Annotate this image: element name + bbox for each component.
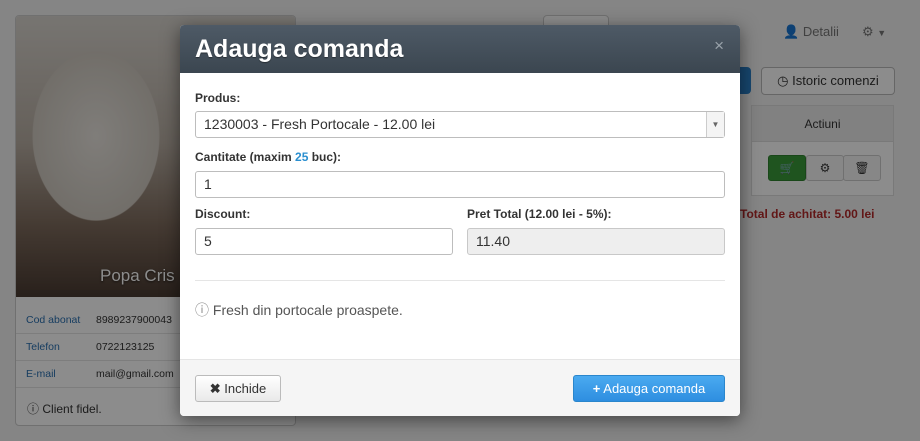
close-icon[interactable]: × bbox=[714, 36, 724, 56]
modal-header: Adauga comanda × bbox=[180, 25, 740, 73]
close-button[interactable]: ✖ Inchide bbox=[195, 375, 281, 402]
divider bbox=[195, 280, 725, 281]
product-selected-value: 1230003 - Fresh Portocale - 12.00 lei bbox=[204, 116, 436, 132]
modal-body: Produs: 1230003 - Fresh Portocale - 12.0… bbox=[180, 73, 740, 359]
quantity-input[interactable]: 1 bbox=[195, 171, 725, 198]
quantity-max: 25 bbox=[295, 150, 309, 164]
modal-title: Adauga comanda bbox=[195, 35, 404, 63]
product-select[interactable]: 1230003 - Fresh Portocale - 12.00 lei ▼ bbox=[195, 111, 725, 138]
close-button-label: Inchide bbox=[224, 381, 267, 396]
quantity-label: Cantitate (maxim 25 buc): bbox=[195, 150, 341, 164]
caret-down-icon[interactable]: ▼ bbox=[706, 112, 724, 137]
discount-label: Discount: bbox=[195, 207, 251, 221]
plus-icon: + bbox=[592, 381, 601, 396]
product-description-text: Fresh din portocale proaspete. bbox=[212, 302, 403, 318]
modal-footer: ✖ Inchide + Adauga comanda bbox=[180, 359, 740, 416]
total-price-label: Pret Total (12.00 lei - 5%): bbox=[467, 207, 612, 221]
times-icon: ✖ bbox=[209, 381, 221, 396]
product-label: Produs: bbox=[195, 91, 241, 105]
quantity-label-prefix: Cantitate (maxim bbox=[195, 150, 296, 164]
info-icon: ⓘ bbox=[195, 302, 209, 318]
add-order-button-label: Adauga comanda bbox=[603, 381, 706, 396]
total-price-field: 11.40 bbox=[467, 228, 725, 255]
add-order-button[interactable]: + Adauga comanda bbox=[573, 375, 725, 402]
product-description: ⓘ Fresh din portocale proaspete. bbox=[195, 300, 403, 320]
quantity-label-suffix: buc): bbox=[308, 150, 342, 164]
add-order-modal: Adauga comanda × Produs: 1230003 - Fresh… bbox=[180, 25, 740, 416]
discount-input[interactable]: 5 bbox=[195, 228, 453, 255]
